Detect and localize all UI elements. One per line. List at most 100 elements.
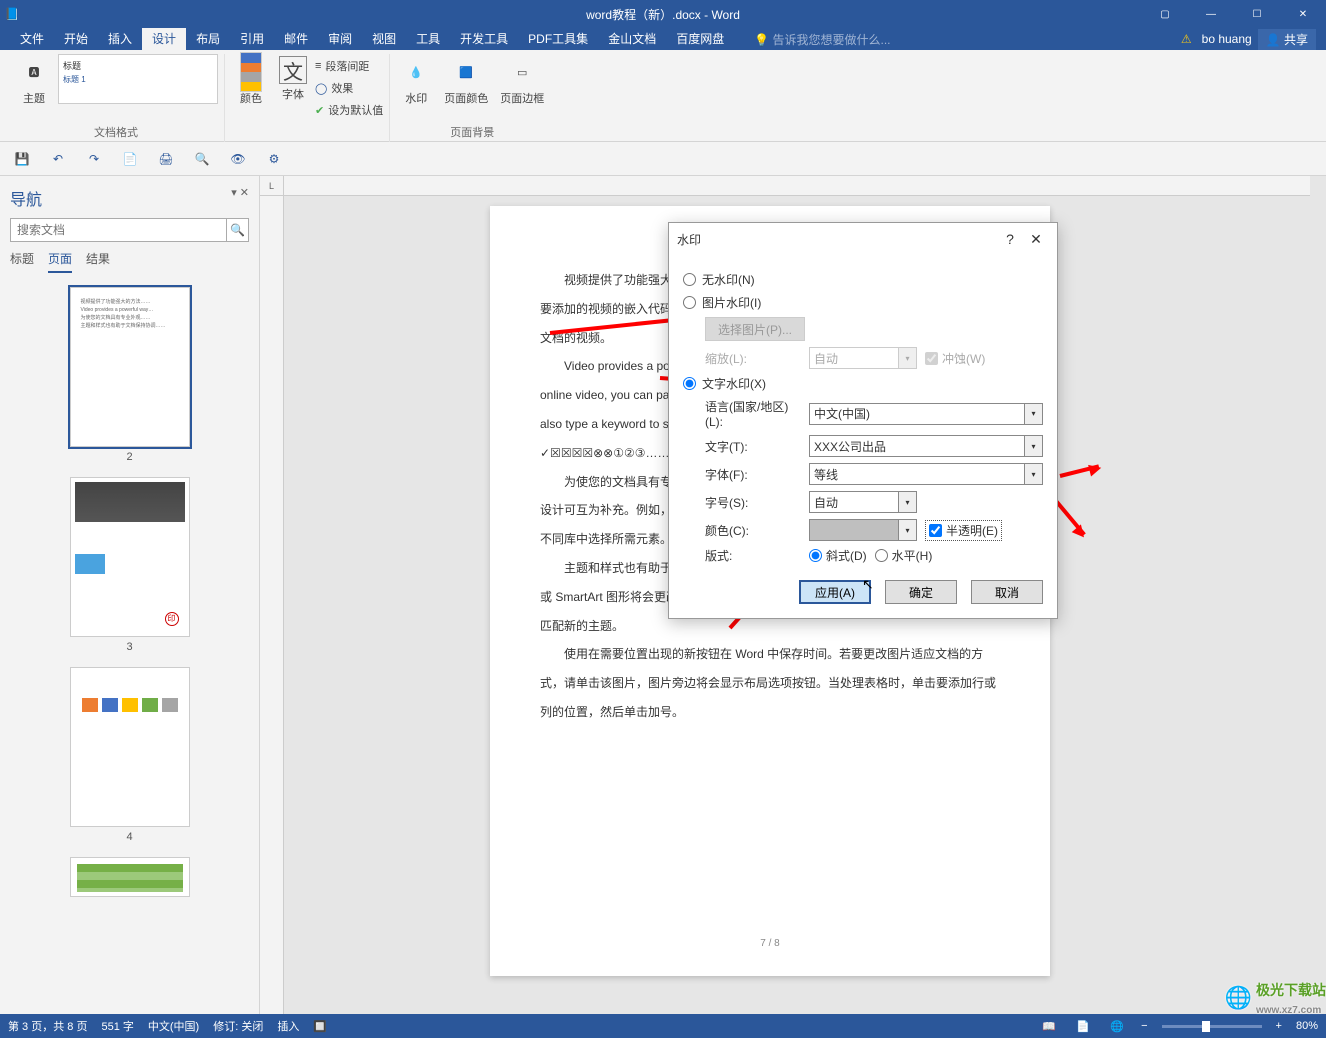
apply-button[interactable]: 应用(A) [799, 580, 871, 604]
radio-text-watermark[interactable]: 文字水印(X) [683, 375, 1043, 392]
watermark-logo: 🌐 极光下载站 www.xz7.com [1225, 980, 1326, 1016]
watermark-button[interactable]: 💧水印 [396, 54, 436, 124]
qat-btn-7[interactable]: 👁 [228, 149, 248, 169]
page-thumbnail-4[interactable] [70, 667, 190, 827]
tab-design[interactable]: 设计 [142, 28, 186, 50]
qat-btn-5[interactable]: 🖨 [156, 149, 176, 169]
annotation-arrow [1060, 464, 1100, 478]
chevron-down-icon[interactable]: ▾ [1024, 464, 1042, 484]
save-button[interactable]: 💾 [12, 149, 32, 169]
font-combo[interactable]: 等线▾ [809, 463, 1043, 485]
search-icon[interactable]: 🔍 [226, 219, 248, 241]
view-web-layout[interactable]: 🌐 [1107, 1018, 1127, 1034]
radio-diagonal[interactable]: 斜式(D) [809, 547, 867, 564]
tab-mailings[interactable]: 邮件 [274, 28, 318, 50]
translucent-checkbox[interactable]: 半透明(E) [925, 520, 1002, 541]
page-thumbnail-3[interactable]: 印 [70, 477, 190, 637]
zoom-in-button[interactable]: + [1276, 1020, 1282, 1032]
language-combo[interactable]: 中文(中国)▾ [809, 403, 1043, 425]
tab-references[interactable]: 引用 [230, 28, 274, 50]
zoom-slider[interactable] [1162, 1025, 1262, 1028]
dialog-titlebar[interactable]: 水印 ? ✕ [669, 223, 1057, 255]
ribbon-display-options-icon[interactable]: ▢ [1142, 0, 1188, 28]
view-read-mode[interactable]: 📖 [1039, 1018, 1059, 1034]
horizontal-ruler[interactable] [284, 176, 1310, 196]
page-color-button[interactable]: 🟦页面颜色 [440, 54, 492, 124]
nav-tabs: 标题 页面 结果 [10, 250, 249, 273]
zoom-out-button[interactable]: − [1141, 1020, 1147, 1032]
maximize-button[interactable]: ☐ [1234, 0, 1280, 28]
tab-insert[interactable]: 插入 [98, 28, 142, 50]
chevron-down-icon[interactable]: ▾ [898, 492, 916, 512]
fonts-button[interactable]: 文 字体 [275, 54, 311, 124]
page-thumbnail-2[interactable]: 视频提供了功能强大的方法……Video provides a powerful … [70, 287, 190, 447]
zoom-level[interactable]: 80% [1296, 1020, 1318, 1032]
qat-btn-6[interactable]: 🔍 [192, 149, 212, 169]
document-title: word教程（新）.docx - Word [586, 6, 740, 23]
status-insert-mode[interactable]: 插入 [277, 1018, 299, 1034]
qat-btn-4[interactable]: 📄 [120, 149, 140, 169]
para-6: 使用在需要位置出现的新按钮在 Word 中保存时间。若要更改图片适应文档的方式，… [540, 640, 1000, 726]
tab-review[interactable]: 审阅 [318, 28, 362, 50]
themes-icon: 🅰 [18, 56, 50, 88]
vertical-ruler[interactable] [260, 196, 284, 1014]
spacing-icon: ≡ [315, 60, 321, 72]
ribbon-group-label: 文档格式 [14, 124, 218, 142]
set-default-button[interactable]: ✔设为默认值 [315, 100, 383, 120]
radio-no-watermark[interactable]: 无水印(N) [683, 271, 1043, 288]
status-page[interactable]: 第 3 页，共 8 页 [8, 1018, 87, 1034]
chevron-down-icon[interactable]: ▾ [1024, 436, 1042, 456]
size-combo[interactable]: 自动▾ [809, 491, 917, 513]
tell-me-input[interactable]: 💡 告诉我您想要做什么... [754, 31, 890, 48]
tab-layout[interactable]: 布局 [186, 28, 230, 50]
page-borders-button[interactable]: ▭页面边框 [496, 54, 548, 124]
watermark-icon: 💧 [400, 56, 432, 88]
nav-tab-pages[interactable]: 页面 [48, 250, 72, 273]
status-track-changes[interactable]: 修订: 关闭 [213, 1018, 263, 1034]
undo-button[interactable]: ↶ [48, 149, 68, 169]
page-thumbnails[interactable]: 视频提供了功能强大的方法……Video provides a powerful … [10, 283, 249, 1004]
warning-icon: ⚠ [1181, 32, 1192, 46]
nav-search[interactable]: 🔍 [10, 218, 249, 242]
nav-tab-headings[interactable]: 标题 [10, 250, 34, 273]
tab-file[interactable]: 文件 [10, 28, 54, 50]
share-button[interactable]: 👤 共享 [1258, 29, 1316, 50]
nav-tab-results[interactable]: 结果 [86, 250, 110, 273]
redo-button[interactable]: ↷ [84, 149, 104, 169]
page-thumbnail-5[interactable] [70, 857, 190, 897]
colors-button[interactable]: 颜色 [231, 54, 271, 124]
tab-pdf-tools[interactable]: PDF工具集 [518, 28, 598, 50]
color-combo[interactable]: ▾ [809, 519, 917, 541]
tab-baidu-drive[interactable]: 百度网盘 [666, 28, 734, 50]
mouse-cursor: ↖ [862, 576, 874, 593]
tab-devtools[interactable]: 开发工具 [450, 28, 518, 50]
status-words[interactable]: 551 字 [101, 1018, 133, 1034]
tab-home[interactable]: 开始 [54, 28, 98, 50]
ruler-corner: L [260, 176, 284, 196]
text-combo[interactable]: XXX公司出品▾ [809, 435, 1043, 457]
style-gallery[interactable]: 标题 标题 1 [58, 54, 218, 104]
cancel-button[interactable]: 取消 [971, 580, 1043, 604]
chevron-down-icon[interactable]: ▾ [1024, 404, 1042, 424]
effects-button[interactable]: ◯效果 [315, 78, 383, 98]
nav-close-icon[interactable]: ▾ ✕ [231, 186, 249, 210]
minimize-button[interactable]: — [1188, 0, 1234, 28]
qat-btn-8[interactable]: ⚙ [264, 149, 284, 169]
nav-title: 导航 ▾ ✕ [10, 186, 249, 210]
radio-picture-watermark[interactable]: 图片水印(I) [683, 294, 1043, 311]
close-button[interactable]: ✕ [1280, 0, 1326, 28]
search-input[interactable] [11, 219, 226, 241]
themes-button[interactable]: 🅰 主题 [14, 54, 54, 124]
radio-horizontal[interactable]: 水平(H) [875, 547, 933, 564]
dialog-close-button[interactable]: ✕ [1023, 231, 1049, 248]
paragraph-spacing-button[interactable]: ≡段落间距 [315, 56, 383, 76]
tab-view[interactable]: 视图 [362, 28, 406, 50]
user-name[interactable]: bo huang [1202, 32, 1252, 46]
ok-button[interactable]: 确定 [885, 580, 957, 604]
status-language[interactable]: 中文(中国) [148, 1018, 199, 1034]
tab-tools[interactable]: 工具 [406, 28, 450, 50]
view-print-layout[interactable]: 📄 [1073, 1018, 1093, 1034]
tab-wps-docs[interactable]: 金山文档 [598, 28, 666, 50]
help-button[interactable]: ? [997, 231, 1023, 247]
chevron-down-icon[interactable]: ▾ [898, 520, 916, 540]
